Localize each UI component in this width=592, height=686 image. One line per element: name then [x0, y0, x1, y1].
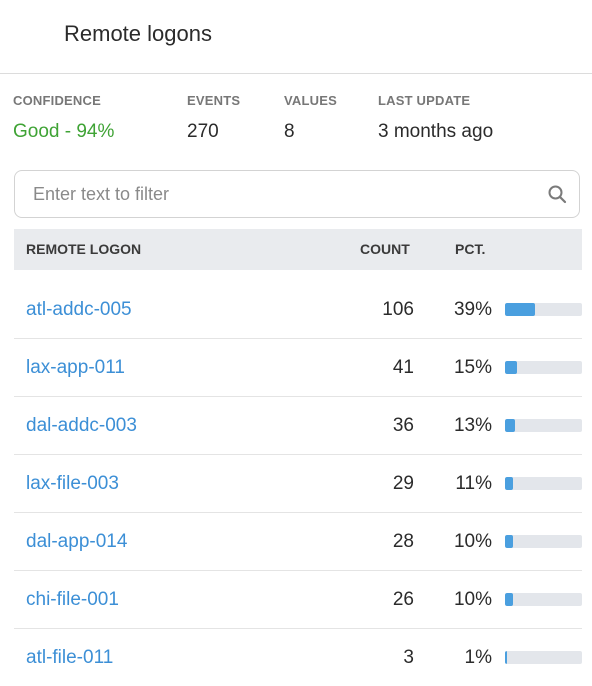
stat-confidence: CONFIDENCE Good - 94%: [13, 93, 114, 144]
remote-logon-link[interactable]: atl-file-011: [26, 629, 113, 686]
stat-confidence-value: Good - 94%: [13, 121, 115, 142]
pct-bar: [505, 535, 582, 548]
filter-box: [14, 170, 580, 218]
count-value: 29: [392, 473, 414, 494]
pct-bar-fill: [505, 651, 508, 664]
pct-bar: [505, 419, 582, 432]
remote-logon-link[interactable]: dal-addc-003: [26, 397, 137, 454]
remote-logon-link[interactable]: atl-addc-005: [26, 281, 132, 338]
pct-bar: [505, 477, 582, 490]
pct-value: 1%: [464, 647, 492, 668]
stat-values-label: VALUES: [284, 93, 337, 108]
pct-value: 10%: [453, 531, 492, 552]
table-row[interactable]: chi-file-001 26 10%: [14, 571, 582, 629]
pct-bar: [505, 651, 582, 664]
table-row[interactable]: dal-addc-003 36 13%: [14, 397, 582, 455]
stat-events-label: EVENTS: [187, 93, 241, 108]
count-value: 26: [392, 589, 414, 610]
column-header-count[interactable]: COUNT: [360, 229, 410, 270]
count-value: 41: [392, 357, 414, 378]
pct-bar-fill: [505, 593, 513, 606]
filter-input[interactable]: [33, 171, 533, 217]
remote-logon-link[interactable]: dal-app-014: [26, 513, 127, 570]
pct-bar: [505, 593, 582, 606]
panel-title: Remote logons: [64, 21, 212, 46]
remote-logon-link[interactable]: lax-app-011: [26, 339, 125, 396]
pct-value: 10%: [453, 589, 492, 610]
table-row[interactable]: lax-app-011 41 15%: [14, 339, 582, 397]
pct-bar: [505, 303, 582, 316]
table-row[interactable]: dal-app-014 28 10%: [14, 513, 582, 571]
pct-value: 39%: [453, 299, 492, 320]
stat-last-update: LAST UPDATE 3 months ago: [378, 93, 493, 144]
pct-value: 13%: [453, 415, 492, 436]
pct-bar-fill: [505, 303, 536, 316]
pct-bar-fill: [505, 477, 514, 490]
stats-summary: CONFIDENCE Good - 94% EVENTS 270 VALUES …: [0, 93, 592, 145]
count-value: 28: [392, 531, 414, 552]
pct-bar-fill: [505, 535, 513, 548]
table-row[interactable]: lax-file-003 29 11%: [14, 455, 582, 513]
table-body: atl-addc-005 106 39% lax-app-011 41 15% dal-ad…: [14, 281, 582, 686]
column-header-pct[interactable]: PCT.: [455, 229, 485, 270]
stat-last-update-label: LAST UPDATE: [378, 93, 471, 108]
pct-bar: [505, 361, 582, 374]
count-value: 36: [392, 415, 414, 436]
pct-value: 11%: [455, 473, 492, 494]
pct-bar-fill: [505, 361, 517, 374]
table-row[interactable]: atl-addc-005 106 39%: [14, 281, 582, 339]
table-row[interactable]: atl-file-011 3 1%: [14, 629, 582, 686]
stat-values: VALUES 8: [284, 93, 337, 144]
count-value: 106: [382, 299, 414, 320]
stat-values-value: 8: [284, 121, 295, 142]
search-icon[interactable]: [547, 184, 567, 204]
stat-events: EVENTS 270: [187, 93, 240, 144]
stat-confidence-label: CONFIDENCE: [13, 93, 101, 108]
remote-logon-link[interactable]: chi-file-001: [26, 571, 119, 628]
pct-value: 15%: [453, 357, 492, 378]
stat-last-update-value: 3 months ago: [378, 121, 494, 142]
title-divider: [0, 73, 592, 74]
column-header-remote-logon[interactable]: REMOTE LOGON: [26, 229, 141, 270]
remote-logon-link[interactable]: lax-file-003: [26, 455, 119, 512]
stat-events-value: 270: [187, 121, 219, 142]
pct-bar-fill: [505, 419, 515, 432]
table-header: REMOTE LOGON COUNT PCT.: [14, 229, 582, 270]
count-value: 3: [403, 647, 414, 668]
